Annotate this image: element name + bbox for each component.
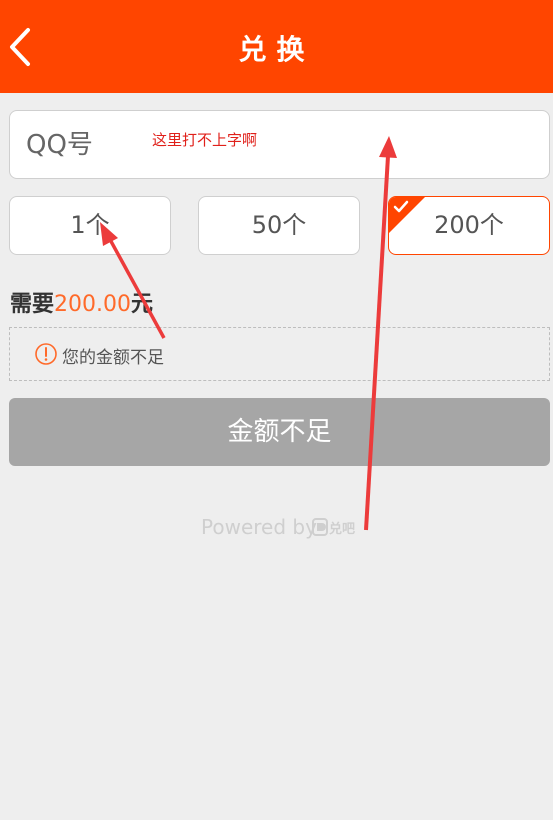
required-amount-prefix: 需要 bbox=[10, 292, 55, 317]
qq-input-container bbox=[9, 110, 550, 179]
warning-box: 您的金额不足 bbox=[9, 327, 550, 381]
quantity-option-label: 1个 bbox=[70, 211, 110, 239]
duiba-logo: 兑吧 bbox=[312, 518, 355, 537]
quantity-option-1[interactable]: 1个 bbox=[9, 196, 171, 255]
required-amount-line: 需要200.00元 bbox=[10, 286, 153, 318]
powered-by-text: Powered by bbox=[201, 515, 317, 539]
page-title: 兑换 bbox=[238, 33, 315, 66]
quantity-option-label: 200个 bbox=[434, 211, 504, 239]
quantity-option-label: 50个 bbox=[251, 211, 307, 239]
submit-button[interactable]: 金额不足 bbox=[9, 398, 550, 466]
annotation-note: 这里打不上字啊 bbox=[152, 131, 258, 149]
quantity-option-50[interactable]: 50个 bbox=[198, 196, 360, 255]
required-amount-unit: 元 bbox=[131, 292, 154, 317]
checkmark-icon bbox=[393, 200, 409, 213]
quantity-option-200[interactable]: 200个 bbox=[388, 196, 550, 255]
svg-text:兑吧: 兑吧 bbox=[329, 521, 355, 537]
warning-text: 您的金额不足 bbox=[62, 348, 164, 368]
qq-number-input[interactable] bbox=[26, 111, 526, 178]
required-amount-value: 200.00 bbox=[54, 292, 131, 317]
exclamation-circle-icon bbox=[35, 343, 57, 365]
app-header: 兑换 bbox=[0, 0, 553, 93]
